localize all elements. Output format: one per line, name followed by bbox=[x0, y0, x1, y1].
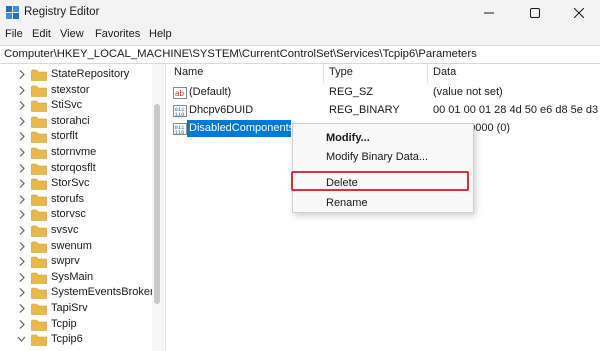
folder-icon bbox=[31, 288, 47, 300]
value-data: (value not set) bbox=[433, 86, 503, 98]
tree-item-label: stexstor bbox=[51, 83, 90, 96]
svg-text:110: 110 bbox=[175, 129, 185, 136]
menu-help[interactable]: Help bbox=[149, 28, 172, 40]
column-header-type[interactable]: Type bbox=[329, 66, 353, 78]
chevron-right-icon[interactable] bbox=[17, 194, 26, 205]
chevron-right-icon[interactable] bbox=[17, 241, 26, 252]
tree-item-label: storufs bbox=[51, 192, 85, 205]
column-divider[interactable] bbox=[323, 64, 324, 84]
value-name: (Default) bbox=[189, 86, 232, 98]
chevron-right-icon[interactable] bbox=[17, 147, 26, 158]
delete-highlight-box bbox=[291, 171, 469, 191]
folder-icon bbox=[31, 163, 47, 175]
tree-item-label: SystemEventsBroker bbox=[51, 286, 154, 299]
value-row-default[interactable]: ab (Default) REG_SZ (value not set) bbox=[167, 84, 600, 102]
maximize-button[interactable] bbox=[512, 0, 558, 26]
key-tree[interactable]: StateRepository stexstor StiSvc storahci sto… bbox=[0, 64, 166, 351]
chevron-right-icon[interactable] bbox=[17, 100, 26, 111]
binary-value-icon: 011 110 bbox=[173, 123, 187, 136]
chevron-right-icon[interactable] bbox=[17, 319, 26, 330]
folder-icon bbox=[31, 100, 47, 112]
folder-icon bbox=[31, 303, 47, 315]
tree-item[interactable]: Tcpip6 bbox=[0, 331, 150, 349]
chevron-right-icon[interactable] bbox=[17, 287, 26, 298]
tree-item-label: storahci bbox=[51, 114, 90, 127]
folder-icon bbox=[31, 319, 47, 331]
tree-item-label: StiSvc bbox=[51, 99, 83, 112]
tree-item-label: stornvme bbox=[51, 146, 97, 158]
menu-bar: File Edit View Favorites Help bbox=[0, 26, 600, 45]
tree-item-label: Tcpip bbox=[51, 317, 77, 330]
tree-item-label: swprv bbox=[51, 255, 80, 268]
chevron-down-icon[interactable] bbox=[17, 334, 26, 345]
tree-item-label: SysMain bbox=[51, 270, 94, 283]
folder-icon bbox=[31, 116, 47, 128]
chevron-right-icon[interactable] bbox=[17, 256, 26, 267]
context-menu-rename[interactable]: Rename bbox=[326, 197, 368, 209]
close-button[interactable] bbox=[556, 0, 600, 26]
folder-icon bbox=[31, 225, 47, 237]
chevron-right-icon[interactable] bbox=[17, 225, 26, 236]
svg-text:ab: ab bbox=[175, 89, 184, 98]
folder-icon bbox=[31, 178, 47, 190]
maximize-icon bbox=[530, 8, 540, 18]
folder-icon bbox=[31, 210, 47, 222]
value-type: REG_BINARY bbox=[329, 104, 400, 116]
context-menu-modify[interactable]: Modify... bbox=[326, 132, 370, 144]
string-value-icon: ab bbox=[173, 87, 187, 99]
menu-edit[interactable]: Edit bbox=[32, 28, 51, 40]
column-header-name[interactable]: Name bbox=[174, 66, 203, 78]
binary-value-icon: 011 110 bbox=[173, 105, 187, 118]
address-bar[interactable]: Computer\HKEY_LOCAL_MACHINE\SYSTEM\Curre… bbox=[0, 45, 600, 64]
folder-icon bbox=[31, 132, 47, 144]
chevron-right-icon[interactable] bbox=[17, 116, 26, 127]
chevron-right-icon[interactable] bbox=[17, 69, 26, 80]
tree-item-label: storqosflt bbox=[51, 161, 96, 174]
menu-file[interactable]: File bbox=[5, 28, 23, 40]
tree-item-label: swenum bbox=[51, 239, 92, 252]
folder-icon bbox=[31, 85, 47, 97]
chevron-right-icon[interactable] bbox=[17, 163, 26, 174]
chevron-right-icon[interactable] bbox=[17, 272, 26, 283]
folder-icon bbox=[31, 272, 47, 284]
folder-icon bbox=[31, 147, 47, 159]
address-path[interactable]: Computer\HKEY_LOCAL_MACHINE\SYSTEM\Curre… bbox=[4, 48, 477, 60]
tree-item-label: TapiSrv bbox=[51, 302, 88, 314]
menu-view[interactable]: View bbox=[60, 28, 84, 40]
registry-editor-icon bbox=[6, 6, 19, 19]
tree-scrollbar-thumb[interactable] bbox=[154, 104, 160, 304]
tree-item-label: StorSvc bbox=[51, 177, 90, 190]
window-title: Registry Editor bbox=[24, 6, 100, 18]
column-divider[interactable] bbox=[427, 64, 428, 84]
folder-icon bbox=[31, 194, 47, 206]
chevron-right-icon[interactable] bbox=[17, 85, 26, 96]
menu-favorites[interactable]: Favorites bbox=[95, 28, 140, 40]
value-name-selected: DisabledComponents bbox=[187, 120, 294, 137]
tree-item-label: Tcpip6 bbox=[51, 333, 83, 346]
value-type: REG_SZ bbox=[329, 86, 374, 98]
value-name: Dhcpv6DUID bbox=[189, 104, 254, 116]
chevron-right-icon[interactable] bbox=[17, 303, 26, 314]
folder-icon bbox=[31, 334, 47, 346]
folder-icon bbox=[31, 69, 47, 81]
column-header-data[interactable]: Data bbox=[433, 66, 456, 78]
tree-item-label: StateRepository bbox=[51, 68, 130, 80]
minimize-icon bbox=[484, 12, 494, 14]
minimize-button[interactable] bbox=[466, 0, 512, 26]
tree-item-label: storflt bbox=[51, 130, 78, 143]
chevron-right-icon[interactable] bbox=[17, 131, 26, 142]
title-bar: Registry Editor bbox=[0, 0, 600, 26]
value-data: 00 01 00 01 28 4d 50 e6 d8 5e d3 0e 4 bbox=[433, 104, 600, 116]
folder-icon bbox=[31, 241, 47, 253]
svg-text:110: 110 bbox=[175, 111, 185, 118]
context-menu-modify-binary-data[interactable]: Modify Binary Data... bbox=[326, 151, 428, 163]
chevron-right-icon[interactable] bbox=[17, 209, 26, 220]
context-menu: Modify... Modify Binary Data... Delete R… bbox=[291, 123, 474, 213]
chevron-right-icon[interactable] bbox=[17, 178, 26, 189]
tree-item-label: svsvc bbox=[51, 224, 79, 236]
folder-icon bbox=[31, 256, 47, 268]
tree-item-label: storvsc bbox=[51, 208, 86, 221]
value-row-dhcpv6duid[interactable]: 011 110 Dhcpv6DUID REG_BINARY 00 01 00 0… bbox=[167, 102, 600, 120]
close-icon bbox=[574, 8, 584, 18]
